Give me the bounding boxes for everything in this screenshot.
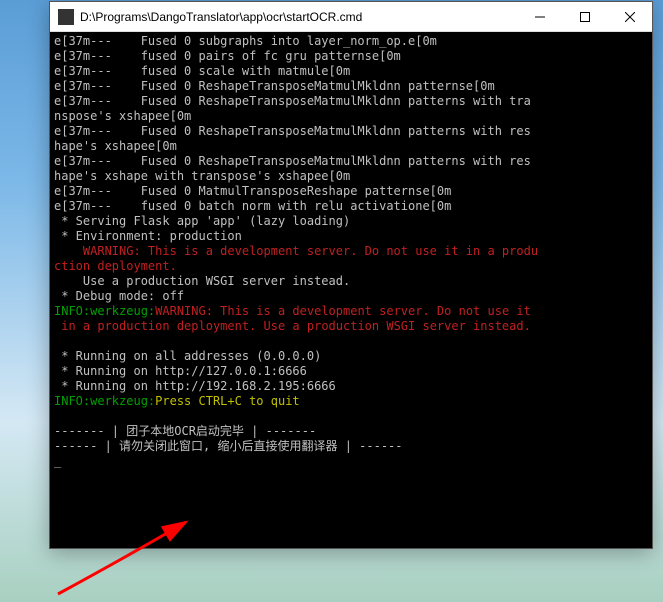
window-title: D:\Programs\DangoTranslator\app\ocr\star… (80, 10, 517, 24)
log-line: e[37m--- Fused 0 ReshapeTransposeMatmulM… (54, 154, 531, 168)
log-line: * Debug mode: off (54, 289, 184, 303)
warning-line: WARNING: This is a development server. D… (155, 304, 531, 318)
maximize-button[interactable] (562, 2, 607, 31)
footer-line: ------- | 团子本地OCR启动完毕 | ------- (54, 424, 316, 438)
log-line: e[37m--- Fused 0 ReshapeTransposeMatmulM… (54, 79, 495, 93)
app-icon (58, 9, 74, 25)
warning-line: in a production deployment. (54, 319, 256, 333)
log-line: hape's xshapee[0m (54, 139, 177, 153)
window-controls (517, 2, 652, 31)
log-prefix: INFO:werkzeug: (54, 394, 155, 408)
log-line: * Environment: production (54, 229, 242, 243)
cursor: _ (54, 454, 61, 468)
command-window: D:\Programs\DangoTranslator\app\ocr\star… (49, 1, 653, 549)
log-prefix: INFO:werkzeug: (54, 304, 155, 318)
log-line: * Running on all addresses (0.0.0.0) (54, 349, 321, 363)
log-line: e[37m--- fused 0 scale with matmule[0m (54, 64, 350, 78)
quit-hint: Press CTRL+C to quit (155, 394, 300, 408)
log-line: e[37m--- Fused 0 ReshapeTransposeMatmulM… (54, 94, 531, 108)
log-line: nspose's xshapee[0m (54, 109, 191, 123)
log-line: * Running on http://192.168.2.195:6666 (54, 379, 336, 393)
titlebar[interactable]: D:\Programs\DangoTranslator\app\ocr\star… (50, 2, 652, 32)
log-line: hape's xshape with transpose's xshapee[0… (54, 169, 350, 183)
minimize-button[interactable] (517, 2, 562, 31)
footer-line: ------ | 请勿关闭此窗口, 缩小后直接使用翻译器 | ------ (54, 439, 403, 453)
warning-line: ction deployment. (54, 259, 177, 273)
warning-line: WARNING: This is a development server. D… (54, 244, 538, 258)
log-line: * Serving Flask app 'app' (lazy loading) (54, 214, 350, 228)
log-line: Use a production WSGI server instead. (54, 274, 350, 288)
log-line: * Running on http://127.0.0.1:6666 (54, 364, 307, 378)
close-button[interactable] (607, 2, 652, 31)
log-line: e[37m--- fused 0 pairs of fc gru pattern… (54, 49, 401, 63)
warning-line: Use a production WSGI server instead. (256, 319, 531, 333)
log-line: e[37m--- fused 0 batch norm with relu ac… (54, 199, 451, 213)
terminal-output[interactable]: e[37m--- Fused 0 subgraphs into layer_no… (50, 32, 652, 548)
log-line: e[37m--- Fused 0 MatmulTransposeReshape … (54, 184, 451, 198)
log-line: e[37m--- Fused 0 ReshapeTransposeMatmulM… (54, 124, 531, 138)
log-line: e[37m--- Fused 0 subgraphs into layer_no… (54, 34, 437, 48)
